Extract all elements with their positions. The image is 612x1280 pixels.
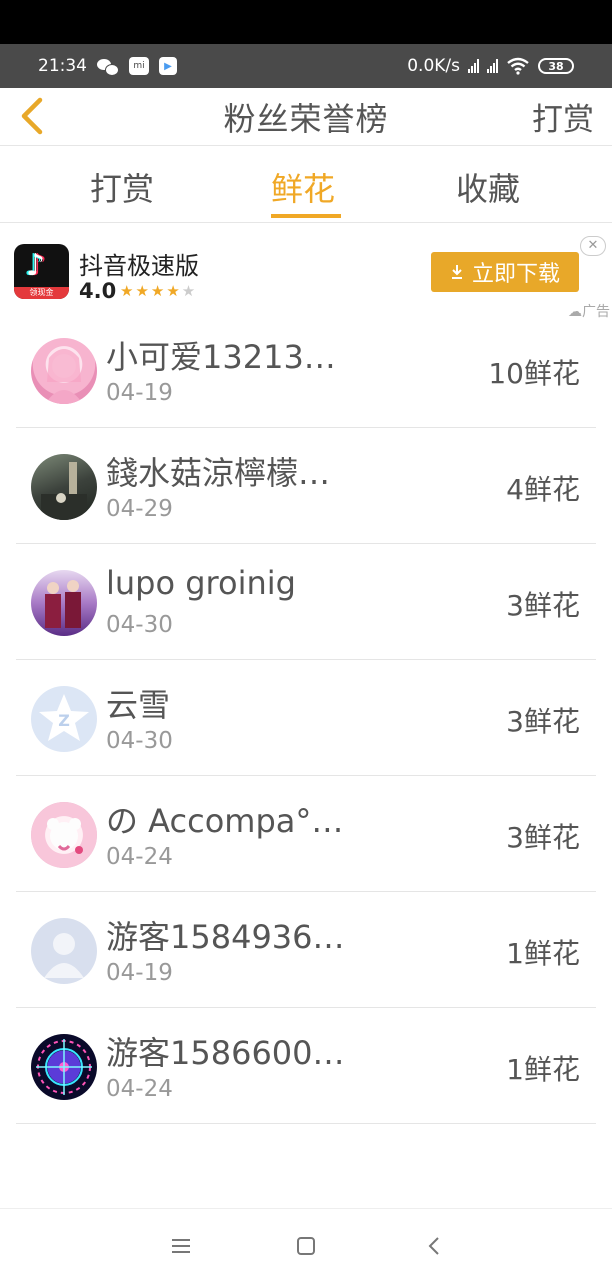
signal-icon: [468, 59, 479, 73]
fan-date: 04-19: [106, 960, 173, 986]
avatar: [31, 454, 97, 520]
ad-app-name: 抖音极速版: [79, 252, 199, 280]
fan-date: 04-29: [106, 496, 173, 522]
back-icon[interactable]: [420, 1231, 450, 1261]
svg-text:Z: Z: [58, 711, 70, 730]
avatar: [31, 802, 97, 868]
download-icon: [451, 265, 462, 279]
play-store-icon: ▶: [159, 57, 177, 75]
list-item[interactable]: 游客1584936… 04-19 1鲜花: [16, 892, 596, 1008]
network-speed: 0.0K/s: [407, 56, 460, 76]
battery-icon: 38: [538, 58, 574, 74]
flower-count: 3鲜花: [506, 821, 580, 854]
avatar: [31, 918, 97, 984]
flower-count: 1鲜花: [506, 1053, 580, 1086]
list-item[interactable]: Z 云雪 04-30 3鲜花: [16, 660, 596, 776]
fan-date: 04-30: [106, 728, 173, 754]
list-item[interactable]: lupo groinig 04-30 3鲜花: [16, 544, 596, 660]
fans-list: 小可爱13213… 04-19 10鲜花 錢水菇涼檸檬… 04-29 4鲜花 l…: [16, 312, 596, 1124]
status-bar: 21:34 mi ▶ 0.0K/s 38: [0, 44, 612, 88]
fan-name: 錢水菇涼檸檬…: [106, 454, 331, 492]
system-nav-bar: [0, 1208, 612, 1280]
fan-name: 游客1584936…: [106, 918, 345, 956]
avatar: [31, 1034, 97, 1100]
tab-bar: 打赏 鲜花 收藏: [0, 146, 612, 223]
fan-name: 小可爱13213…: [106, 338, 336, 376]
menu-icon[interactable]: [166, 1231, 196, 1261]
fan-date: 04-19: [106, 380, 173, 406]
mi-app-icon: mi: [129, 57, 149, 75]
avatar: Z: [31, 686, 97, 752]
fan-date: 04-30: [106, 612, 173, 638]
ad-close-icon[interactable]: ✕: [580, 236, 606, 256]
reward-button[interactable]: 打赏: [532, 94, 594, 139]
signal-hd-icon: [487, 59, 498, 73]
list-item[interactable]: 小可爱13213… 04-19 10鲜花: [16, 312, 596, 428]
fan-name: lupo groinig: [106, 564, 296, 602]
title-bar: 粉丝荣誉榜 打赏: [0, 88, 612, 146]
fan-date: 04-24: [106, 844, 173, 870]
fan-date: 04-24: [106, 1076, 173, 1102]
fan-name: 游客1586600…: [106, 1034, 345, 1072]
tab-flowers[interactable]: 鲜花: [271, 164, 335, 210]
douyin-app-icon: ♪ 领现金: [14, 244, 69, 299]
status-time: 21:34: [38, 56, 87, 76]
active-tab-indicator: [271, 214, 341, 218]
list-item[interactable]: 錢水菇涼檸檬… 04-29 4鲜花: [16, 428, 596, 544]
page-title: 粉丝荣誉榜: [223, 100, 389, 138]
avatar: [31, 570, 97, 636]
list-item[interactable]: 游客1586600… 04-24 1鲜花: [16, 1008, 596, 1124]
fan-name: 云雪: [106, 686, 171, 724]
ad-rating-stars: ★★★★★: [120, 282, 198, 300]
home-icon[interactable]: [291, 1231, 321, 1261]
ad-download-button[interactable]: 立即下载: [431, 252, 579, 292]
flower-count: 3鲜花: [506, 705, 580, 738]
flower-count: 3鲜花: [506, 589, 580, 622]
avatar: [31, 338, 97, 404]
list-item[interactable]: の Accompa°… 04-24 3鲜花: [16, 776, 596, 892]
flower-count: 1鲜花: [506, 937, 580, 970]
ad-rating: 4.0: [79, 279, 117, 303]
tab-reward[interactable]: 打赏: [90, 164, 154, 210]
flower-count: 4鲜花: [506, 473, 580, 506]
wechat-icon: [97, 57, 119, 76]
flower-count: 10鲜花: [488, 357, 580, 390]
top-black-bar: [0, 0, 612, 44]
fan-name: の Accompa°…: [106, 802, 344, 840]
wifi-icon: [507, 57, 529, 75]
ad-banner[interactable]: ♪ 领现金 抖音极速版 4.0 ★★★★★ ✕ 立即下载 ☁广告: [0, 224, 612, 322]
tab-favorites[interactable]: 收藏: [456, 164, 520, 210]
